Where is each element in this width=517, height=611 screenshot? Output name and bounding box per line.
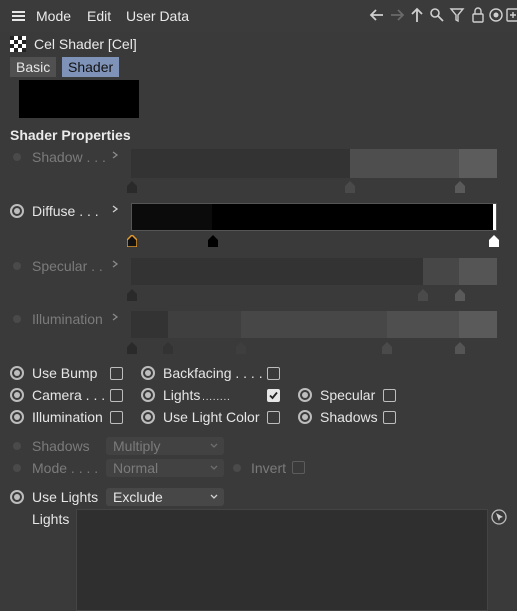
menu-user-data[interactable]: User Data — [126, 8, 189, 24]
shadows-option-label: Shadows — [320, 409, 378, 425]
illumination-checkbox[interactable] — [110, 411, 123, 424]
chevron-down-icon — [210, 443, 218, 448]
hamburger-menu-icon[interactable] — [12, 11, 25, 21]
mode-dropdown[interactable]: Normal — [106, 459, 224, 477]
gradient-knot[interactable] — [418, 289, 428, 301]
gradient-knot[interactable] — [489, 235, 499, 247]
chevron-down-icon — [210, 494, 218, 499]
back-arrow-icon[interactable] — [369, 7, 385, 23]
gradient-knot[interactable] — [345, 181, 355, 193]
menu-mode[interactable]: Mode — [36, 8, 71, 24]
menu-edit[interactable]: Edit — [87, 8, 111, 24]
mode-radio[interactable] — [13, 464, 21, 472]
mode-label: Mode . . . . — [32, 460, 99, 476]
new-window-icon[interactable] — [505, 7, 517, 23]
tab-shader[interactable]: Shader — [62, 57, 120, 77]
object-title: Cel Shader [Cel] — [34, 36, 137, 52]
illumination-label: Illumination — [32, 311, 103, 327]
use-lights-label: Use Lights — [32, 489, 99, 505]
up-arrow-icon[interactable] — [409, 7, 425, 23]
illumination-option-radio[interactable] — [10, 410, 24, 424]
lights-label: Lights . . . . . . . . — [163, 387, 230, 403]
use-lights-radio[interactable] — [10, 490, 24, 504]
diffuse-label: Diffuse . . . — [32, 203, 99, 219]
diffuse-radio[interactable] — [10, 204, 24, 218]
gradient-knot-selected[interactable] — [127, 235, 137, 247]
filter-icon[interactable] — [449, 7, 465, 23]
tab-basic[interactable]: Basic — [10, 57, 57, 77]
shadows-checkbox[interactable] — [383, 411, 396, 424]
gradient-knot[interactable] — [127, 342, 137, 354]
illumination-gradient-bar[interactable] — [131, 311, 497, 338]
checkmark-icon — [269, 391, 278, 400]
backfacing-radio[interactable] — [141, 366, 155, 380]
shadows-mode-value: Multiply — [113, 438, 161, 454]
lights-checkbox[interactable] — [267, 389, 280, 402]
target-icon[interactable] — [488, 7, 504, 23]
backfacing-checkbox[interactable] — [267, 367, 280, 380]
invert-checkbox[interactable] — [292, 461, 305, 474]
use-bump-checkbox[interactable] — [110, 367, 123, 380]
illumination-radio[interactable] — [13, 315, 21, 323]
use-light-color-radio[interactable] — [141, 410, 155, 424]
shadow-label: Shadow . . . — [32, 149, 106, 165]
shader-preview — [19, 80, 139, 118]
specular-gradient-bar[interactable] — [131, 258, 497, 285]
gradient-knot[interactable] — [127, 289, 137, 301]
camera-checkbox[interactable] — [110, 389, 123, 402]
search-icon[interactable] — [429, 7, 445, 23]
specular-option-radio[interactable] — [298, 388, 312, 402]
gradient-knot[interactable] — [127, 181, 137, 193]
invert-radio[interactable] — [233, 464, 241, 472]
specular-option-label: Specular — [320, 387, 376, 403]
use-bump-label: Use Bump — [32, 365, 98, 381]
lights-list-box[interactable] — [76, 509, 488, 611]
shadows-option-radio[interactable] — [298, 410, 312, 424]
lights-radio[interactable] — [141, 388, 155, 402]
gradient-knot[interactable] — [382, 342, 392, 354]
diffuse-gradient-bar[interactable] — [131, 203, 497, 231]
forward-arrow-icon[interactable] — [389, 7, 405, 23]
gradient-knot[interactable] — [455, 342, 465, 354]
use-light-color-checkbox[interactable] — [267, 411, 280, 424]
gradient-knot[interactable] — [455, 289, 465, 301]
chevron-right-icon[interactable] — [111, 313, 119, 321]
chevron-right-icon[interactable] — [111, 260, 119, 268]
lights-list-label: Lights — [32, 511, 70, 527]
use-bump-radio[interactable] — [10, 366, 24, 380]
use-lights-dropdown[interactable]: Exclude — [106, 488, 224, 506]
gradient-knot[interactable] — [163, 342, 173, 354]
use-lights-value: Exclude — [113, 489, 163, 505]
lock-icon[interactable] — [470, 7, 486, 23]
shadow-gradient-bar[interactable] — [131, 149, 497, 178]
backfacing-label: Backfacing . . . . — [163, 365, 263, 381]
illumination-option-label: Illumination — [32, 409, 103, 425]
chevron-right-icon[interactable] — [111, 205, 119, 213]
camera-label: Camera . . . — [32, 387, 106, 403]
shadow-radio[interactable] — [13, 153, 21, 161]
gradient-knot[interactable] — [208, 235, 218, 247]
use-light-color-label: Use Light Color — [163, 409, 260, 425]
shadows-mode-dropdown[interactable]: Multiply — [106, 437, 224, 455]
shadows-mode-label: Shadows — [32, 438, 90, 454]
pick-cursor-icon[interactable] — [491, 509, 507, 525]
section-title: Shader Properties — [10, 127, 131, 143]
specular-radio[interactable] — [13, 262, 21, 270]
gradient-knot[interactable] — [455, 181, 465, 193]
cel-shader-icon — [10, 36, 26, 52]
gradient-knot[interactable] — [236, 342, 246, 354]
mode-value: Normal — [113, 460, 159, 476]
specular-checkbox[interactable] — [383, 389, 396, 402]
shadows-mode-radio[interactable] — [13, 442, 21, 450]
chevron-right-icon[interactable] — [111, 151, 119, 159]
camera-radio[interactable] — [10, 388, 24, 402]
specular-label: Specular . . — [32, 258, 103, 274]
invert-label: Invert — [251, 460, 287, 476]
chevron-down-icon — [210, 465, 218, 470]
